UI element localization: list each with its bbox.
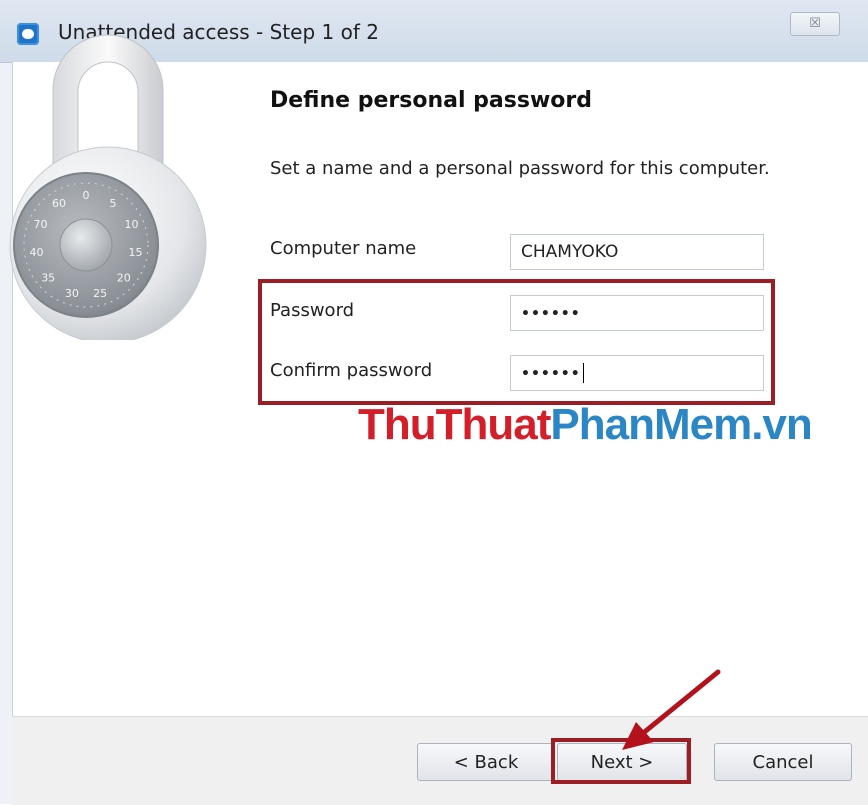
close-button[interactable]: ☒ (790, 12, 840, 36)
dial-number: 0 (83, 189, 90, 202)
dial-number: 15 (129, 246, 143, 259)
close-icon: ☒ (809, 16, 821, 31)
dial-number: 5 (110, 197, 117, 210)
computer-name-input[interactable]: CHAMYOKO (510, 234, 764, 270)
dial-number: 10 (125, 218, 139, 231)
watermark-part-2: PhanMem.vn (550, 400, 812, 449)
dial-number: 70 (34, 218, 48, 231)
watermark: ThuThuatPhanMem.vn (358, 400, 813, 450)
password-highlight-box (258, 279, 775, 405)
watermark-part-1: ThuThuat (358, 400, 551, 449)
computer-name-label: Computer name (270, 238, 417, 259)
dial-number: 20 (117, 272, 131, 285)
dial-number: 25 (93, 287, 107, 300)
computer-name-value: CHAMYOKO (521, 242, 619, 262)
dialog-window: Unattended access - Step 1 of 2 ☒ 0 5 10… (0, 0, 868, 805)
dial-number: 30 (65, 287, 79, 300)
back-button[interactable]: < Back (417, 743, 555, 781)
dial-number: 40 (30, 246, 44, 259)
padlock-icon: 0 5 10 15 20 25 30 35 40 70 60 (9, 34, 207, 340)
page-heading: Define personal password (270, 88, 592, 113)
page-description: Set a name and a personal password for t… (270, 158, 770, 179)
dial-number: 60 (52, 197, 66, 210)
red-arrow-icon (622, 669, 721, 750)
dial-number: 35 (41, 272, 55, 285)
